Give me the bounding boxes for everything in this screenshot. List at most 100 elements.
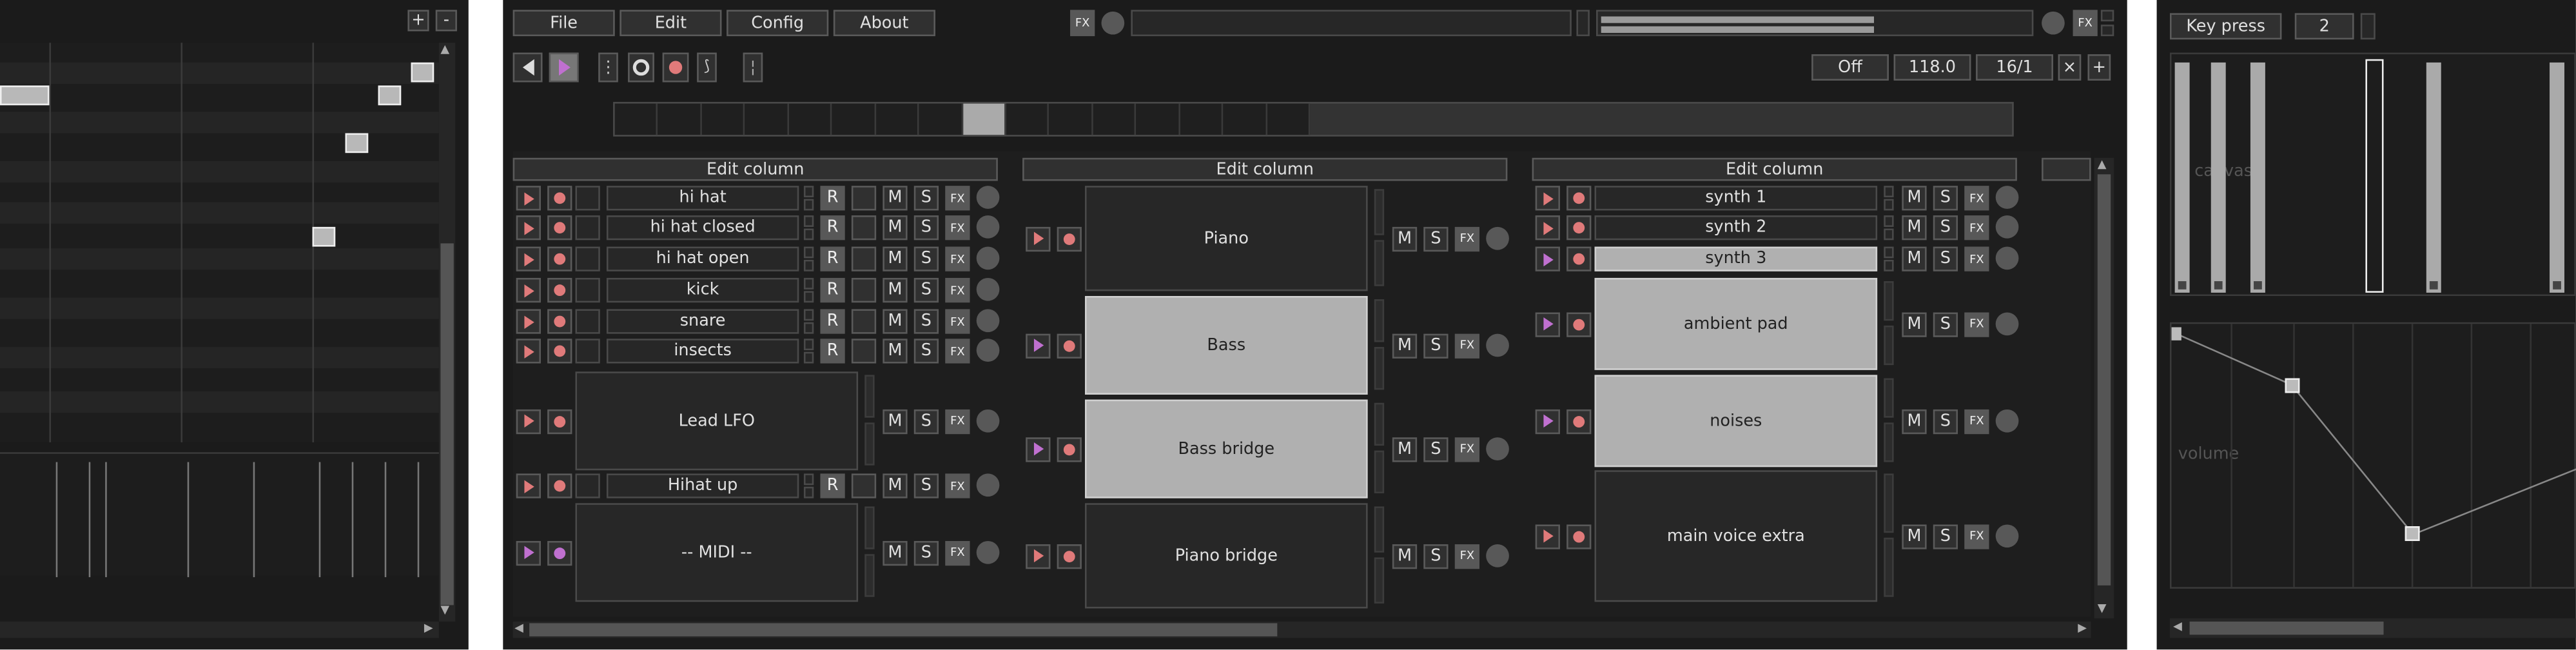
track-arm-button[interactable] (547, 215, 572, 241)
mute-button[interactable]: M (883, 339, 908, 364)
fx-button[interactable]: FX (945, 540, 970, 565)
track-play-button[interactable] (1535, 186, 1560, 211)
sample-channel[interactable]: synth 1 (1594, 186, 1878, 211)
output-volume-knob[interactable] (2042, 11, 2065, 35)
volume-knob[interactable] (1486, 333, 1509, 357)
fx-button[interactable]: FX (1964, 246, 1989, 271)
mute-button[interactable]: M (1902, 408, 1927, 433)
track-play-button[interactable] (516, 246, 541, 271)
scroll-up-icon[interactable]: ▲ (440, 43, 449, 55)
mute-button[interactable]: M (883, 186, 908, 211)
zoom-out-button[interactable]: - (435, 10, 457, 32)
volume-knob[interactable] (1486, 226, 1509, 250)
sample-channel[interactable]: main voice extra (1594, 470, 1878, 602)
mute-button[interactable]: M (1902, 246, 1927, 271)
channel-select[interactable] (575, 277, 600, 303)
volume-knob[interactable] (976, 246, 1000, 270)
track-arm-button[interactable] (547, 473, 572, 498)
action-type-select[interactable]: Key press (2170, 13, 2282, 40)
sample-channel[interactable]: Piano (1085, 186, 1368, 291)
volume-knob[interactable] (976, 339, 1000, 362)
channel-select[interactable] (575, 246, 600, 271)
volume-knob[interactable] (1486, 437, 1509, 460)
mute-button[interactable]: M (1392, 437, 1418, 462)
mode-button[interactable] (851, 339, 877, 364)
sample-channel[interactable]: Piano bridge (1085, 503, 1368, 609)
record-mode-button[interactable]: R (820, 246, 845, 271)
rewind-button[interactable] (512, 52, 543, 83)
sample-channel[interactable]: ambient pad (1594, 277, 1878, 370)
sample-channel[interactable]: synth 2 (1594, 215, 1878, 241)
sample-channel[interactable]: hi hat open (606, 246, 799, 271)
solo-button[interactable]: S (1423, 543, 1449, 569)
mute-button[interactable]: M (883, 309, 908, 334)
master-out-fx-button[interactable]: FX (2073, 10, 2098, 37)
solo-button[interactable]: S (913, 215, 939, 241)
volume-knob[interactable] (1995, 408, 2019, 432)
envelope-point[interactable] (2171, 327, 2181, 340)
channel-select[interactable] (575, 215, 600, 241)
record-mode-button[interactable]: R (820, 186, 845, 211)
track-play-button[interactable] (516, 339, 541, 364)
horizontal-scrollbar[interactable]: ◀ (2170, 618, 2576, 638)
add-column-button[interactable] (2042, 157, 2091, 181)
mute-button[interactable]: M (883, 246, 908, 271)
mute-button[interactable]: M (1902, 186, 1927, 211)
solo-button[interactable]: S (913, 473, 939, 498)
mute-button[interactable]: M (883, 277, 908, 303)
record-mode-button[interactable]: R (820, 215, 845, 241)
track-play-button[interactable] (1026, 543, 1051, 569)
mode-button[interactable] (851, 277, 877, 303)
mode-button[interactable] (851, 186, 877, 211)
track-play-button[interactable] (516, 186, 541, 211)
solo-button[interactable]: S (1933, 186, 1958, 211)
channel-select[interactable] (575, 309, 600, 334)
horizontal-scrollbar[interactable]: ▶ (0, 621, 439, 638)
fx-button[interactable]: FX (945, 309, 970, 334)
scroll-up-icon[interactable]: ▲ (2098, 158, 2107, 171)
channel-select[interactable] (575, 186, 600, 211)
track-arm-button[interactable] (1057, 333, 1082, 358)
mute-button[interactable]: M (1392, 226, 1418, 251)
envelope-editor[interactable]: volume (2170, 322, 2576, 589)
vertical-scrollbar[interactable]: ▲ ▼ (2094, 157, 2114, 618)
note[interactable] (345, 133, 369, 153)
volume-knob[interactable] (1995, 246, 2019, 270)
track-arm-button[interactable] (1566, 186, 1592, 211)
fx-button[interactable]: FX (1454, 333, 1479, 358)
beats-button[interactable]: 16/1 (1976, 54, 2053, 81)
fx-button[interactable]: FX (1964, 311, 1989, 337)
fx-button[interactable]: FX (945, 339, 970, 364)
zoom-in-button[interactable]: + (407, 10, 429, 32)
key-press-block[interactable] (2426, 62, 2441, 293)
sample-channel[interactable]: noises (1594, 375, 1878, 468)
beats-divide-button[interactable]: × (2058, 54, 2082, 81)
action-value-select[interactable]: 2 (2294, 13, 2354, 40)
solo-button[interactable]: S (1423, 226, 1449, 251)
key-press-block[interactable] (2174, 62, 2190, 293)
track-play-button[interactable] (1026, 333, 1051, 358)
volume-knob[interactable] (976, 309, 1000, 333)
output-mini-toggle[interactable] (2100, 25, 2114, 37)
volume-knob[interactable] (976, 186, 1000, 209)
sample-channel[interactable]: hi hat (606, 186, 799, 211)
track-play-button[interactable] (1535, 408, 1560, 433)
record-actions-button[interactable] (628, 52, 654, 83)
mute-button[interactable]: M (883, 473, 908, 498)
horizontal-scrollbar[interactable]: ◀ ▶ (512, 621, 2091, 638)
track-arm-button[interactable] (1566, 215, 1592, 241)
solo-button[interactable]: S (913, 339, 939, 364)
volume-knob[interactable] (1995, 524, 2019, 547)
record-mode-button[interactable]: R (820, 309, 845, 334)
track-arm-button[interactable] (547, 339, 572, 364)
sample-channel[interactable]: kick (606, 277, 799, 303)
scroll-down-icon[interactable]: ▼ (440, 604, 449, 616)
input-volume-knob[interactable] (1101, 11, 1125, 35)
piano-roll-grid[interactable] (0, 43, 439, 442)
track-arm-button[interactable] (1057, 437, 1082, 462)
channel-select[interactable] (575, 339, 600, 364)
mute-button[interactable]: M (1902, 524, 1927, 549)
track-play-button[interactable] (1026, 437, 1051, 462)
fx-button[interactable]: FX (945, 246, 970, 271)
volume-knob[interactable] (976, 215, 1000, 239)
